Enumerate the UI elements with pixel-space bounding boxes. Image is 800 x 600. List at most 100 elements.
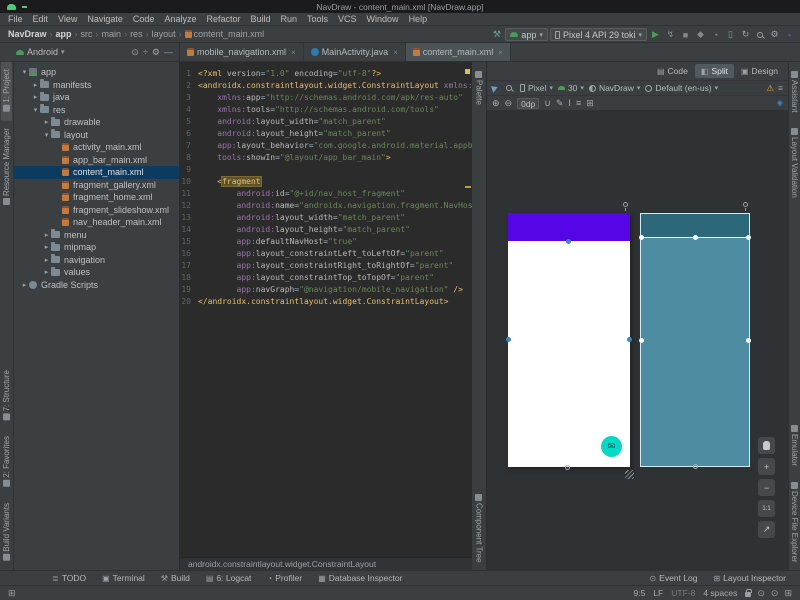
api-selector[interactable]: 30▾ bbox=[558, 83, 584, 93]
mode-tab-split[interactable]: ◧Split bbox=[695, 64, 734, 78]
tab-content_main.xml[interactable]: content_main.xml× bbox=[406, 43, 511, 61]
code-line[interactable]: 10 <fragment bbox=[180, 176, 472, 188]
code-line[interactable]: 9 bbox=[180, 164, 472, 176]
zoom-out-button[interactable]: − bbox=[758, 479, 775, 496]
tree-item[interactable]: app_bar_main.xml bbox=[14, 154, 179, 167]
menu-window[interactable]: Window bbox=[362, 14, 404, 24]
blueprint-phone[interactable] bbox=[640, 213, 750, 467]
tool-strip-tab-assistant[interactable]: Assistant bbox=[789, 62, 800, 119]
profiler-icon[interactable]: ◔ bbox=[709, 30, 722, 40]
menu-navigate[interactable]: Navigate bbox=[82, 14, 128, 24]
mode-tab-code[interactable]: ▤Code bbox=[651, 64, 694, 78]
search-everywhere-icon[interactable] bbox=[757, 32, 763, 38]
tool-strip-tab-layout-validation[interactable]: Layout Validation bbox=[789, 119, 800, 205]
resize-handle[interactable] bbox=[625, 470, 634, 479]
zoom-fit-button[interactable]: ↗ bbox=[758, 521, 775, 538]
tree-item[interactable]: ▸values bbox=[14, 266, 179, 279]
instant-run-icon[interactable]: ⊙ bbox=[771, 588, 779, 599]
tab-MainActivity.java[interactable]: MainActivity.java× bbox=[304, 43, 406, 61]
tool-windows-toggle-icon[interactable]: ⊞ bbox=[8, 588, 16, 599]
theme-selector[interactable]: NavDraw▾ bbox=[589, 83, 640, 93]
blueprint-anchor[interactable] bbox=[693, 464, 698, 469]
zoom-out-icon[interactable]: ⊖ bbox=[505, 98, 513, 109]
profile-badge[interactable]: ▪ bbox=[783, 30, 796, 40]
chevron-right-icon[interactable]: ▸ bbox=[42, 268, 51, 276]
tool-window-6-logcat[interactable]: ▤6: Logcat bbox=[198, 573, 260, 583]
component-tree-tab[interactable]: Component Tree bbox=[474, 485, 485, 570]
tool-window-database-inspector[interactable]: ▦Database Inspector bbox=[310, 573, 410, 583]
palette-tab[interactable]: Palette bbox=[474, 62, 485, 112]
tool-window-todo[interactable]: ≣TODO bbox=[44, 573, 94, 583]
chevron-right-icon[interactable]: ▸ bbox=[42, 256, 51, 264]
tool-window-build[interactable]: ⚒Build bbox=[153, 573, 198, 583]
infer-constraints-icon[interactable]: ⊞ bbox=[586, 98, 594, 109]
device-manager-icon[interactable]: ▯ bbox=[724, 29, 737, 40]
indent-setting[interactable]: 4 spaces bbox=[703, 588, 737, 598]
code-line[interactable]: 13 android:layout_width="match_parent" bbox=[180, 212, 472, 224]
menu-build[interactable]: Build bbox=[245, 14, 275, 24]
chevron-right-icon[interactable]: ▸ bbox=[31, 93, 40, 101]
constraint-anchor-top[interactable] bbox=[566, 239, 571, 244]
code-line[interactable]: 19 app:navGraph="@navigation/mobile_navi… bbox=[180, 284, 472, 296]
blueprint-anchor[interactable] bbox=[639, 338, 644, 343]
breadcrumb-item[interactable]: main bbox=[100, 29, 124, 39]
code-line[interactable]: 7 app:layout_behavior="com.google.androi… bbox=[180, 140, 472, 152]
code-line[interactable]: 17 app:layout_constraintRight_toRightOf=… bbox=[180, 260, 472, 272]
close-icon[interactable]: × bbox=[291, 48, 296, 57]
code-line[interactable]: 2<androidx.constraintlayout.widget.Const… bbox=[180, 80, 472, 92]
menu-file[interactable]: File bbox=[3, 14, 28, 24]
pencil-icon[interactable]: ✎ bbox=[556, 98, 564, 109]
breadcrumb-item[interactable]: layout bbox=[150, 29, 178, 39]
wrench-icon[interactable]: ⚒ bbox=[490, 29, 503, 40]
zoom-select-icon[interactable] bbox=[506, 85, 512, 91]
constraint-anchor-right[interactable] bbox=[627, 337, 632, 342]
code-line[interactable]: 15 app:defaultNavHost="true" bbox=[180, 236, 472, 248]
code-line[interactable]: 5 android:layout_width="match_parent" bbox=[180, 116, 472, 128]
caret-position[interactable]: 9:5 bbox=[633, 588, 645, 598]
tree-item[interactable]: ▸java bbox=[14, 91, 179, 104]
menu-tools[interactable]: Tools bbox=[302, 14, 333, 24]
code-line[interactable]: 12 android:name="androidx.navigation.fra… bbox=[180, 200, 472, 212]
constraint-anchor-left[interactable] bbox=[506, 337, 511, 342]
menu-run[interactable]: Run bbox=[276, 14, 303, 24]
magnet-icon[interactable]: ∪ bbox=[544, 98, 551, 109]
screen-reader-icon[interactable]: ⊞ bbox=[784, 588, 792, 599]
tree-item[interactable]: nav_header_main.xml bbox=[14, 216, 179, 229]
chevron-right-icon[interactable]: ▸ bbox=[42, 243, 51, 251]
locate-file-icon[interactable]: ⊙ bbox=[129, 47, 141, 58]
default-margins-chip[interactable]: 0dp bbox=[517, 98, 539, 109]
chevron-right-icon[interactable]: ▸ bbox=[42, 231, 51, 239]
breadcrumb-item[interactable]: app bbox=[54, 29, 74, 39]
tree-item[interactable]: activity_main.xml bbox=[14, 141, 179, 154]
device-selector[interactable]: Pixel▾ bbox=[520, 83, 553, 93]
stop-icon[interactable]: ■ bbox=[679, 30, 692, 40]
line-ending[interactable]: LF bbox=[653, 588, 663, 598]
constraint-anchor-bottom[interactable] bbox=[565, 465, 570, 470]
warning-icon[interactable]: ⚠ bbox=[766, 83, 774, 94]
mode-tab-design[interactable]: ▣Design bbox=[735, 64, 784, 78]
tree-item[interactable]: ▾res bbox=[14, 104, 179, 117]
menu-refactor[interactable]: Refactor bbox=[201, 14, 245, 24]
breadcrumb-item[interactable]: NavDraw bbox=[6, 29, 49, 39]
tree-item[interactable]: ▸drawable bbox=[14, 116, 179, 129]
code-editor[interactable]: 1<?xml version="1.0" encoding="utf-8"?>2… bbox=[180, 62, 472, 570]
tool-window-profiler[interactable]: ◔Profiler bbox=[259, 573, 310, 583]
tree-item[interactable]: ▸Gradle Scripts bbox=[14, 279, 179, 292]
tool-strip-tab-7-structure[interactable]: 7: Structure bbox=[1, 363, 12, 429]
pan-button[interactable] bbox=[758, 437, 775, 454]
code-line[interactable]: 4 xmlns:tools="http://schemas.android.co… bbox=[180, 104, 472, 116]
tree-item[interactable]: ▸mipmap bbox=[14, 241, 179, 254]
blueprint-anchor[interactable] bbox=[746, 338, 751, 343]
tool-strip-tab-build-variants[interactable]: Build Variants bbox=[1, 496, 12, 570]
project-view-selector[interactable]: Android bbox=[27, 47, 58, 57]
chevron-right-icon[interactable]: ▸ bbox=[31, 81, 40, 89]
tool-strip-tab-emulator[interactable]: Emulator bbox=[789, 416, 800, 473]
menu-help[interactable]: Help bbox=[404, 14, 433, 24]
tool-window-layout-inspector[interactable]: ⊞Layout Inspector bbox=[705, 573, 794, 583]
breadcrumb-item[interactable]: res bbox=[128, 29, 145, 39]
file-encoding[interactable]: UTF-8 bbox=[671, 588, 695, 598]
locale-selector[interactable]: Default (en-us)▾ bbox=[645, 83, 718, 93]
tree-item[interactable]: fragment_slideshow.xml bbox=[14, 204, 179, 217]
chevron-right-icon[interactable]: ▸ bbox=[42, 118, 51, 126]
zoom-in-icon[interactable]: ⊕ bbox=[492, 98, 500, 109]
